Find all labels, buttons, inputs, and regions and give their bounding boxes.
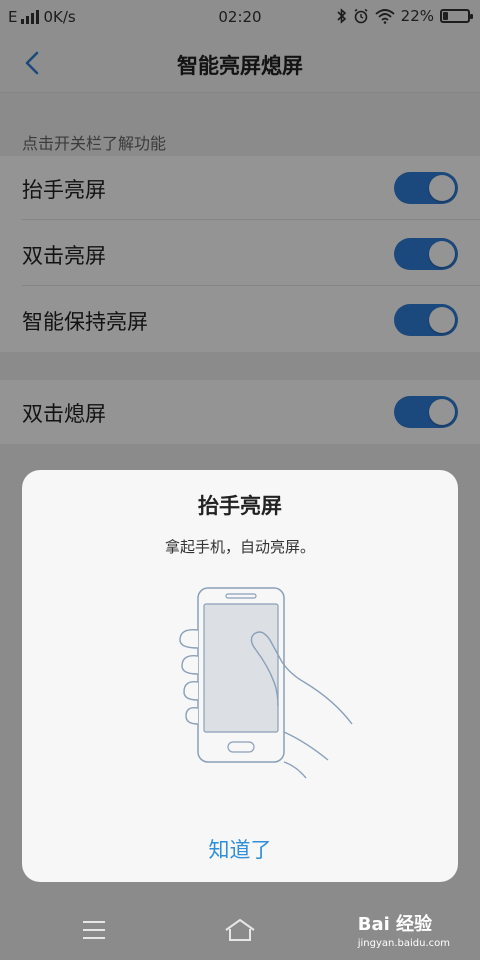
baidu-watermark: Bai 经验 jingyan.baidu.com [358, 910, 450, 949]
confirm-button[interactable]: 知道了 [22, 834, 458, 864]
info-dialog: 抬手亮屏 拿起手机，自动亮屏。 知道了 [22, 470, 458, 882]
menu-icon[interactable] [82, 920, 106, 940]
hand-holding-phone-icon [179, 587, 353, 779]
watermark-brand: Bai 经验 [357, 914, 433, 935]
watermark-url: jingyan.baidu.com [357, 938, 450, 949]
dialog-title: 抬手亮屏 [198, 494, 282, 518]
dialog-description: 拿起手机，自动亮屏。 [164, 538, 315, 556]
home-icon[interactable] [224, 916, 256, 944]
